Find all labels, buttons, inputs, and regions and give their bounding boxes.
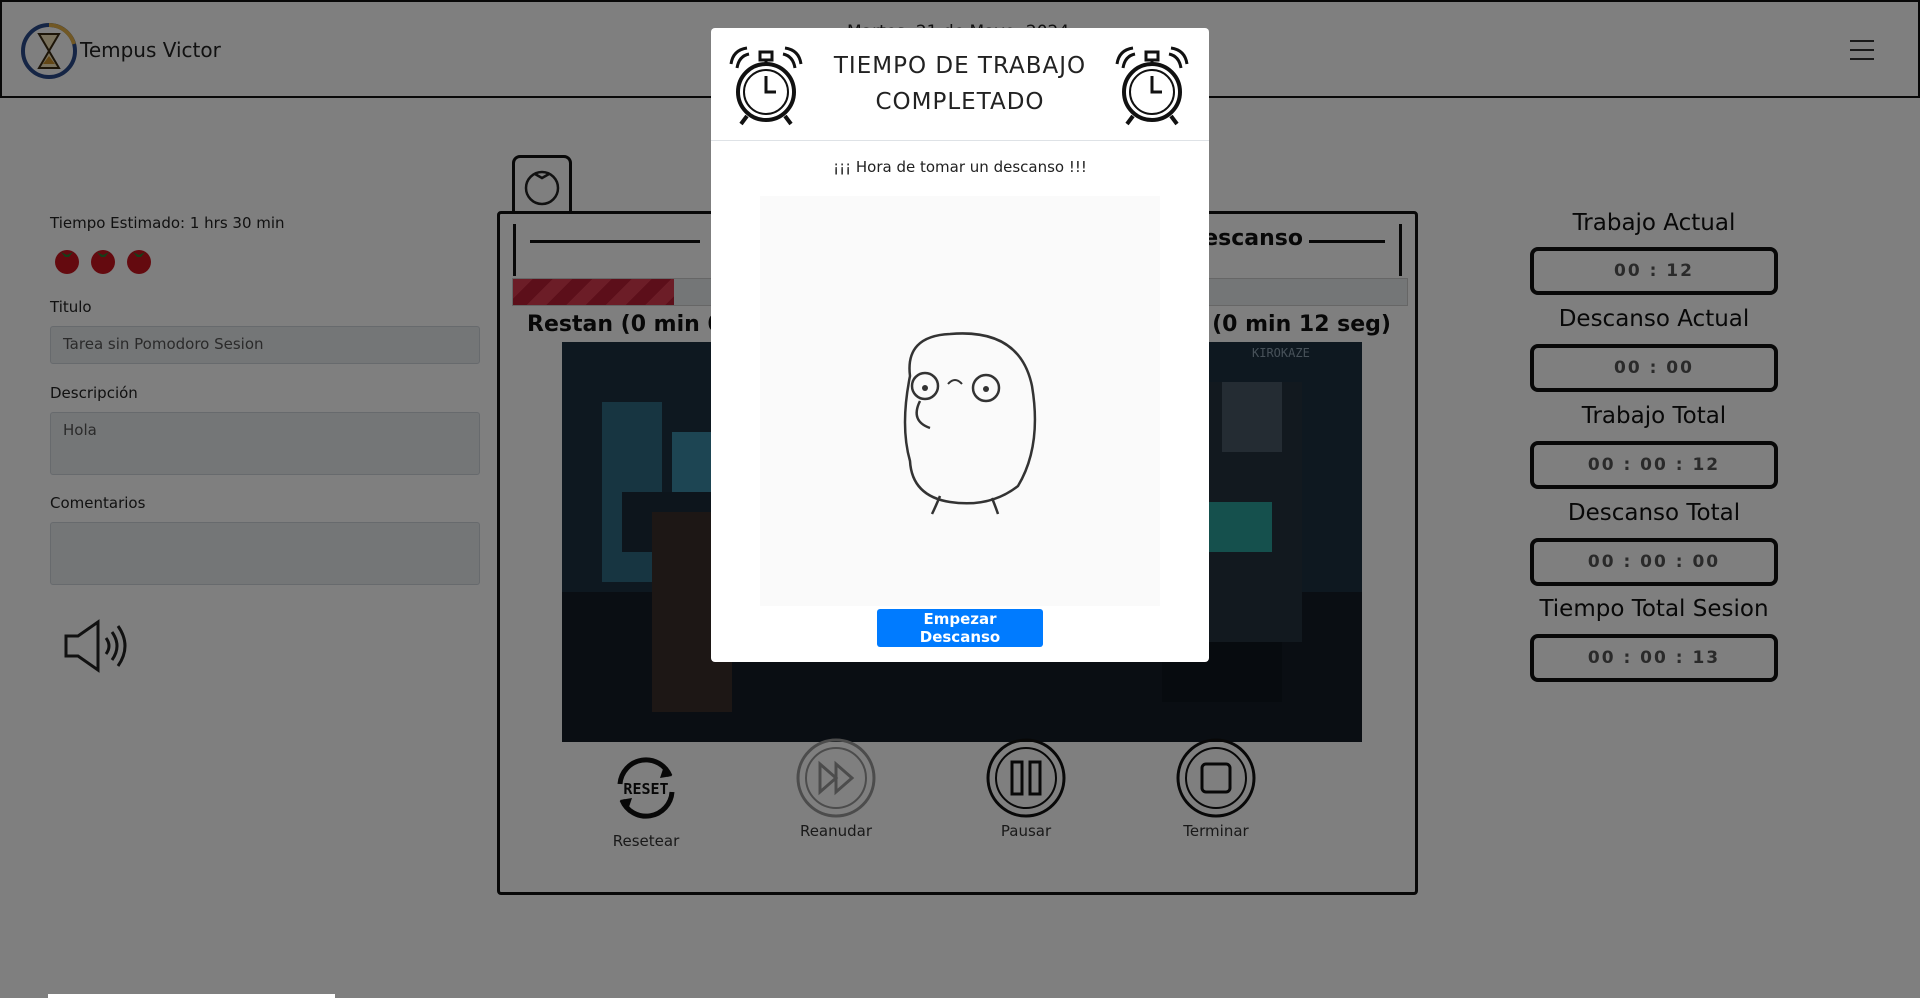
modal-header: TIEMPO DE TRABAJO COMPLETADO [711, 28, 1209, 141]
thinking-character-image [760, 196, 1160, 606]
modal-title-line1: TIEMPO DE TRABAJO [833, 53, 1087, 79]
start-break-button[interactable]: Empezar Descanso [877, 609, 1043, 647]
alarm-clock-icon [729, 46, 803, 126]
alarm-clock-icon [1115, 46, 1189, 126]
modal-message: ¡¡¡ Hora de tomar un descanso !!! [833, 158, 1087, 176]
modal-title: TIEMPO DE TRABAJO COMPLETADO [821, 48, 1099, 120]
modal-title-line2: COMPLETADO [875, 89, 1045, 115]
thinking-blob-illustration [903, 332, 1037, 515]
bottom-scroll-indicator [48, 994, 335, 998]
work-complete-modal: TIEMPO DE TRABAJO COMPLETADO ¡¡¡ Hora de… [711, 28, 1209, 662]
